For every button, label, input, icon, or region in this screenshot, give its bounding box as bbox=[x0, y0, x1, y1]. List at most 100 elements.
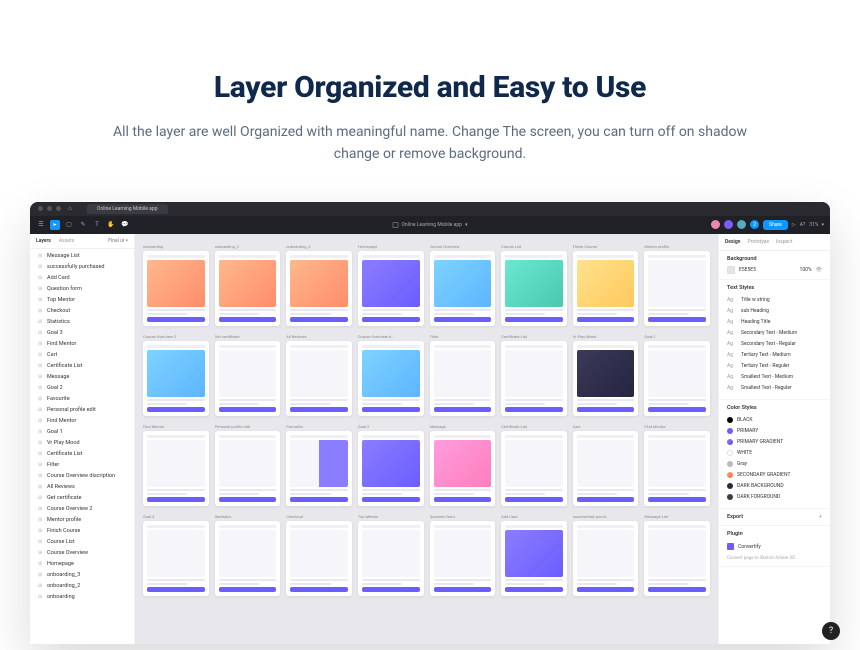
artboard[interactable] bbox=[430, 521, 496, 596]
layer-item[interactable]: ⊞Vr Play Mood bbox=[30, 438, 134, 449]
layer-item[interactable]: ⊞Personal profile edit bbox=[30, 405, 134, 416]
layer-item[interactable]: ⊞onboarding_2 bbox=[30, 581, 134, 592]
artboard[interactable] bbox=[430, 341, 496, 416]
text-style-item[interactable]: AgTertiary Text - Medium bbox=[727, 350, 822, 361]
artboard[interactable] bbox=[286, 521, 352, 596]
layer-item[interactable]: ⊞Certificate List bbox=[30, 361, 134, 372]
artboard[interactable] bbox=[573, 521, 639, 596]
menu-icon[interactable]: ☰ bbox=[36, 220, 46, 230]
color-style-item[interactable]: Gray bbox=[727, 459, 822, 470]
layer-item[interactable]: ⊞Message List bbox=[30, 251, 134, 262]
layer-item[interactable]: ⊞onboarding_3 bbox=[30, 570, 134, 581]
bg-opacity[interactable]: 100% bbox=[800, 267, 812, 273]
artboard[interactable] bbox=[358, 341, 424, 416]
tab-prototype[interactable]: Prototype bbox=[747, 239, 769, 245]
text-style-item[interactable]: Agsub Heading bbox=[727, 306, 822, 317]
layer-item[interactable]: ⊞Add Card bbox=[30, 273, 134, 284]
layer-item[interactable]: ⊞Question form bbox=[30, 284, 134, 295]
eye-icon[interactable]: 👁 bbox=[816, 267, 822, 273]
layer-item[interactable]: ⊞Find Mentor bbox=[30, 339, 134, 350]
artboard[interactable] bbox=[501, 431, 567, 506]
artboard[interactable] bbox=[644, 521, 710, 596]
tab-assets[interactable]: Assets bbox=[59, 238, 74, 244]
layer-item[interactable]: ⊞Finish Course bbox=[30, 526, 134, 537]
layer-item[interactable]: ⊞Goal 3 bbox=[30, 328, 134, 339]
file-tab[interactable]: Online Learning Mobile app bbox=[87, 204, 168, 214]
avatar-user-1[interactable] bbox=[711, 220, 720, 229]
layer-item[interactable]: ⊞Mentor profile bbox=[30, 515, 134, 526]
artboard[interactable] bbox=[143, 341, 209, 416]
layer-item[interactable]: ⊞Get certificate bbox=[30, 493, 134, 504]
chevron-down-icon[interactable]: ▾ bbox=[821, 222, 824, 228]
text-style-item[interactable]: AgSmallest Text - Reguler bbox=[727, 383, 822, 394]
frame-tool[interactable]: ▢ bbox=[64, 220, 74, 230]
artboard[interactable] bbox=[358, 521, 424, 596]
artboard[interactable] bbox=[573, 341, 639, 416]
artboard[interactable] bbox=[501, 521, 567, 596]
layer-item[interactable]: ⊞All Reviews bbox=[30, 482, 134, 493]
layer-item[interactable]: ⊞Favourite bbox=[30, 394, 134, 405]
color-style-item[interactable]: SECONDARY GRADIENT bbox=[727, 470, 822, 481]
canvas[interactable]: onboardingonboarding_2onboarding_3Homepa… bbox=[135, 234, 718, 644]
layer-item[interactable]: ⊞Goal 2 bbox=[30, 383, 134, 394]
view-options[interactable]: A? bbox=[800, 222, 805, 228]
color-style-item[interactable]: PRIMARY GRADIENT bbox=[727, 437, 822, 448]
present-button[interactable]: ▷ bbox=[792, 222, 796, 228]
text-style-item[interactable]: AgTertiary Text - Reguler bbox=[727, 361, 822, 372]
layer-item[interactable]: ⊞Message bbox=[30, 372, 134, 383]
artboard[interactable] bbox=[644, 341, 710, 416]
artboard[interactable] bbox=[358, 431, 424, 506]
comment-tool[interactable]: 💬 bbox=[120, 220, 130, 230]
artboard[interactable] bbox=[644, 431, 710, 506]
color-style-item[interactable]: WHITE bbox=[727, 448, 822, 459]
avatar-user-2[interactable] bbox=[724, 220, 733, 229]
layer-item[interactable]: ⊞successfully purchased bbox=[30, 262, 134, 273]
layer-item[interactable]: ⊞Course Overview 2 bbox=[30, 504, 134, 515]
project-name[interactable]: Online Learning Mobile app bbox=[401, 222, 462, 228]
move-tool[interactable]: ▸ bbox=[50, 220, 60, 230]
tab-layers[interactable]: Layers bbox=[36, 238, 51, 244]
bg-hex[interactable]: E5E5E5 bbox=[739, 267, 756, 273]
layer-item[interactable]: ⊞Statistics bbox=[30, 317, 134, 328]
artboard[interactable] bbox=[573, 431, 639, 506]
layer-item[interactable]: ⊞Course Overview discription bbox=[30, 471, 134, 482]
artboard[interactable] bbox=[143, 521, 209, 596]
layer-item[interactable]: ⊞Checkout bbox=[30, 306, 134, 317]
artboard[interactable] bbox=[143, 431, 209, 506]
layer-item[interactable]: ⊞onboarding bbox=[30, 592, 134, 603]
share-button[interactable]: Share bbox=[763, 220, 788, 230]
artboard[interactable] bbox=[644, 251, 710, 326]
zoom-level[interactable]: 31% bbox=[809, 222, 818, 228]
plugin-name[interactable]: Convertify bbox=[738, 544, 761, 550]
artboard[interactable] bbox=[286, 431, 352, 506]
page-selector[interactable]: Final ui ▾ bbox=[108, 238, 128, 244]
layer-item[interactable]: ⊞Find Mentor bbox=[30, 416, 134, 427]
help-button[interactable]: ? bbox=[822, 622, 840, 640]
color-style-item[interactable]: BLACK bbox=[727, 415, 822, 426]
text-style-item[interactable]: AgHeading Title bbox=[727, 317, 822, 328]
layer-item[interactable]: ⊞Course Overview bbox=[30, 548, 134, 559]
artboard[interactable] bbox=[358, 251, 424, 326]
artboard[interactable] bbox=[215, 521, 281, 596]
chevron-down-icon[interactable]: ▾ bbox=[465, 222, 468, 228]
color-style-item[interactable]: PRIMARY bbox=[727, 426, 822, 437]
artboard[interactable] bbox=[286, 341, 352, 416]
avatar-user-3[interactable] bbox=[737, 220, 746, 229]
artboard[interactable] bbox=[215, 251, 281, 326]
tab-design[interactable]: Design bbox=[725, 239, 740, 245]
artboard[interactable] bbox=[501, 341, 567, 416]
color-style-item[interactable]: DARK BACKGROUND bbox=[727, 481, 822, 492]
user-count-badge[interactable]: 2 bbox=[750, 220, 759, 229]
text-style-item[interactable]: AgTitle w string bbox=[727, 295, 822, 306]
traffic-light-close[interactable] bbox=[38, 206, 43, 211]
traffic-light-min[interactable] bbox=[47, 206, 52, 211]
artboard[interactable] bbox=[286, 251, 352, 326]
artboard[interactable] bbox=[501, 251, 567, 326]
text-style-item[interactable]: AgSecondary Text - Regular bbox=[727, 339, 822, 350]
layer-item[interactable]: ⊞Homepage bbox=[30, 559, 134, 570]
layer-item[interactable]: ⊞Goal 1 bbox=[30, 427, 134, 438]
artboard[interactable] bbox=[430, 431, 496, 506]
artboard[interactable] bbox=[573, 251, 639, 326]
tab-inspect[interactable]: Inspect bbox=[776, 239, 792, 245]
artboard[interactable] bbox=[215, 431, 281, 506]
